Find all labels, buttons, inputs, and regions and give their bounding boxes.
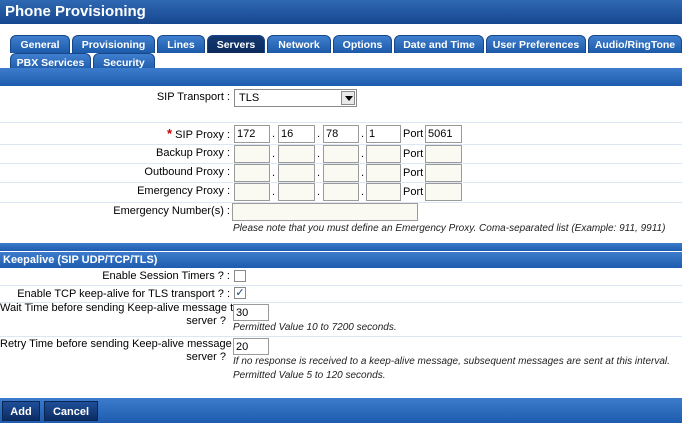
tab-lines[interactable]: Lines [157, 35, 205, 53]
ip-dot: . [361, 128, 365, 140]
add-button[interactable]: Add [2, 401, 40, 421]
emergency-proxy-octet-3[interactable] [323, 183, 359, 201]
emergency-numbers-label: Emergency Number(s) : [113, 205, 230, 217]
ip-dot: . [317, 128, 321, 140]
sip-proxy-octet-1[interactable] [234, 125, 270, 143]
port-label: Port [403, 128, 424, 140]
tab-general[interactable]: General [10, 35, 70, 53]
keepalive-section-title: Keepalive (SIP UDP/TCP/TLS) [0, 252, 682, 268]
retry-time-note-line1: If no response is received to a keep-ali… [233, 356, 670, 367]
emergency-proxy-label: Emergency Proxy : [137, 185, 230, 197]
tab-options[interactable]: Options [333, 35, 392, 53]
divider [0, 336, 682, 337]
backup-proxy-octet-2[interactable] [278, 145, 315, 163]
emergency-numbers-note: Please note that you must define an Emer… [233, 223, 666, 234]
wait-time-label-line1: Wait Time before sending Keep-alive mess… [0, 302, 240, 314]
ip-dot: . [317, 148, 321, 160]
outbound-proxy-octet-1[interactable] [234, 164, 270, 182]
tab-date-and-time[interactable]: Date and Time [394, 35, 484, 53]
content-header-bar [0, 68, 682, 86]
tab-provisioning[interactable]: Provisioning [72, 35, 155, 53]
sip-proxy-octet-2[interactable] [278, 125, 315, 143]
outbound-proxy-port[interactable] [425, 164, 462, 182]
retry-time-label: Retry Time before sending Keep-alive mes… [0, 338, 244, 364]
port-label: Port [403, 167, 424, 179]
wait-time-label-line2: server ? [186, 315, 226, 327]
port-label: Port [403, 148, 424, 160]
tab-servers[interactable]: Servers [207, 35, 265, 53]
ip-dot: . [272, 148, 276, 160]
retry-time-note-line2: Permitted Value 5 to 120 seconds. [233, 370, 386, 381]
ip-dot: . [272, 167, 276, 179]
tab-audio-ringtone[interactable]: Audio/RingTone [588, 35, 682, 53]
backup-proxy-octet-4[interactable] [366, 145, 401, 163]
footer-bar [0, 398, 682, 423]
emergency-proxy-octet-4[interactable] [366, 183, 401, 201]
cancel-button[interactable]: Cancel [44, 401, 98, 421]
enable-session-timers-checkbox[interactable] [234, 270, 246, 282]
tab-user-preferences[interactable]: User Preferences [486, 35, 586, 53]
emergency-proxy-port[interactable] [425, 183, 462, 201]
ip-dot: . [317, 167, 321, 179]
ip-dot: . [361, 186, 365, 198]
sip-proxy-octet-4[interactable] [366, 125, 401, 143]
sip-proxy-label-text: SIP Proxy : [175, 129, 230, 141]
wait-time-label: Wait Time before sending Keep-alive mess… [0, 302, 240, 328]
backup-proxy-octet-3[interactable] [323, 145, 359, 163]
divider [0, 122, 682, 123]
wait-time-input[interactable] [233, 304, 269, 321]
backup-proxy-octet-1[interactable] [234, 145, 270, 163]
window-title: Phone Provisioning [0, 0, 682, 24]
enable-tcp-keepalive-checkbox[interactable]: ✓ [234, 287, 246, 299]
ip-dot: . [272, 186, 276, 198]
emergency-proxy-octet-1[interactable] [234, 183, 270, 201]
retry-time-label-line1: Retry Time before sending Keep-alive mes… [0, 338, 244, 350]
sip-proxy-octet-3[interactable] [323, 125, 359, 143]
sip-transport-value: TLS [239, 92, 260, 104]
retry-time-label-line2: server ? [186, 351, 226, 363]
sip-transport-select[interactable]: TLS [234, 89, 357, 107]
ip-dot: . [272, 128, 276, 140]
outbound-proxy-label: Outbound Proxy : [144, 166, 230, 178]
enable-session-timers-label: Enable Session Timers ? : [102, 270, 230, 282]
ip-dot: . [361, 167, 365, 179]
ip-dot: . [317, 186, 321, 198]
backup-proxy-port[interactable] [425, 145, 462, 163]
emergency-proxy-octet-2[interactable] [278, 183, 315, 201]
outbound-proxy-octet-4[interactable] [366, 164, 401, 182]
sip-proxy-label: * SIP Proxy : [100, 124, 230, 145]
required-marker: * [167, 126, 173, 141]
tab-bar: General Provisioning Lines Servers Netwo… [0, 24, 682, 71]
retry-time-input[interactable] [233, 338, 269, 355]
wait-time-note: Permitted Value 10 to 7200 seconds. [233, 322, 397, 333]
ip-dot: . [361, 148, 365, 160]
chevron-down-icon[interactable] [341, 91, 355, 105]
outbound-proxy-octet-3[interactable] [323, 164, 359, 182]
section-bar [0, 243, 682, 251]
tab-network[interactable]: Network [267, 35, 331, 53]
emergency-numbers-input[interactable] [232, 203, 418, 221]
sip-proxy-port[interactable] [425, 125, 462, 143]
backup-proxy-label: Backup Proxy : [156, 147, 230, 159]
outbound-proxy-octet-2[interactable] [278, 164, 315, 182]
sip-transport-label: SIP Transport : [156, 91, 230, 103]
port-label: Port [403, 186, 424, 198]
